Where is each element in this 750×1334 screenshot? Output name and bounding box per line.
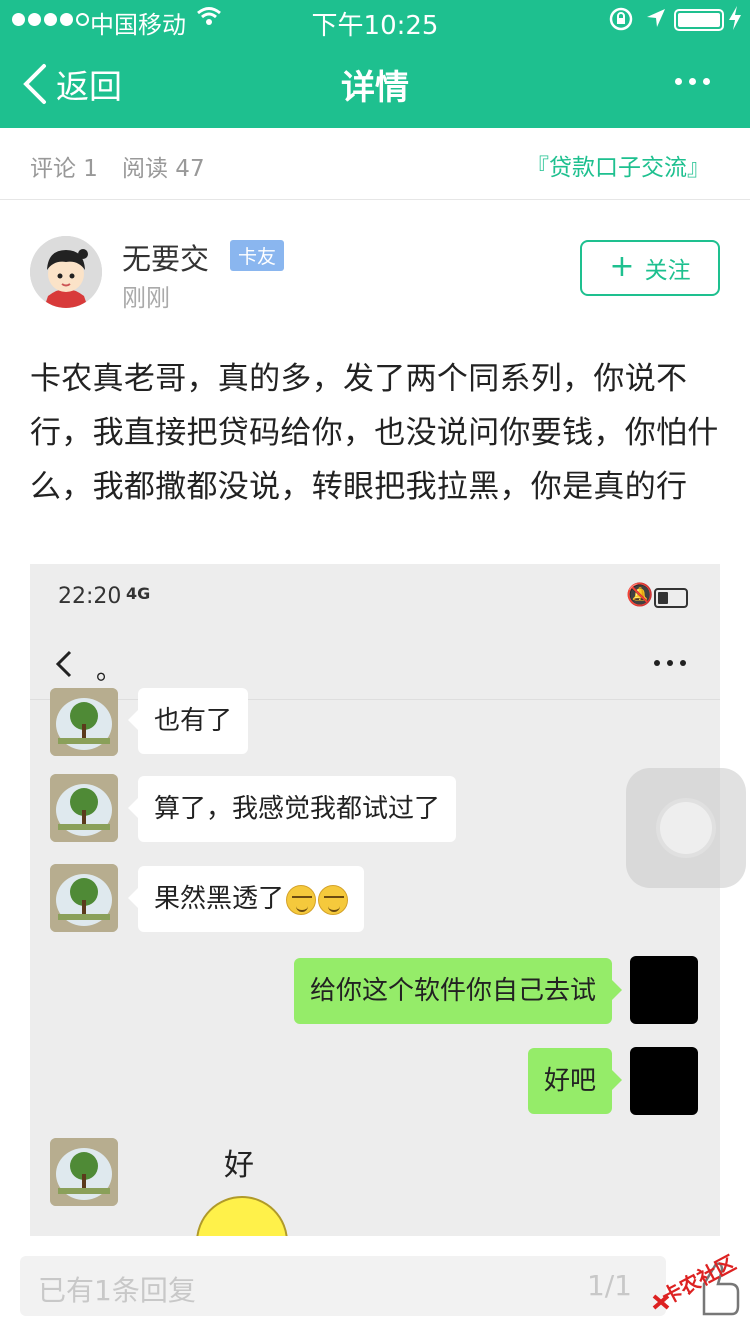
mute-icon: 🔕 xyxy=(626,583,654,608)
nav-bar: 返回 详情 xyxy=(0,40,750,128)
image-status-bar: 22:20 4G 🔕 xyxy=(30,564,720,634)
contact-avatar xyxy=(50,1138,118,1206)
chat-message: 果然黑透了 xyxy=(127,866,365,932)
image-network: 4G xyxy=(126,584,151,603)
avatar[interactable] xyxy=(30,236,102,308)
image-battery-icon xyxy=(654,588,688,608)
follow-button[interactable]: + 关注 xyxy=(580,240,720,296)
self-avatar xyxy=(630,956,698,1024)
sticker-caption: 好 xyxy=(224,1148,254,1183)
reply-placeholder: 已有1条回复 xyxy=(38,1274,196,1307)
author-badge: 卡友 xyxy=(230,240,285,271)
more-options-icon[interactable] xyxy=(675,78,710,85)
author-name[interactable]: 无要交 xyxy=(122,236,209,278)
contact-avatar xyxy=(50,774,118,842)
chat-message-outgoing: 给你这个软件你自己去试 xyxy=(293,958,623,1024)
author-row: 无要交 卡友 刚刚 + 关注 xyxy=(0,200,750,320)
charging-icon xyxy=(728,5,742,37)
image-back-icon xyxy=(55,650,72,678)
smirk-emoji-icon xyxy=(318,884,349,915)
watermark-logo: 卡农社区 xyxy=(646,1244,746,1320)
chat-message: 也有了 xyxy=(127,688,249,754)
smirk-emoji-icon xyxy=(286,884,317,915)
image-chat-header: 。 xyxy=(30,634,720,700)
app-header: 中国移动 下午10:25 返回 详情 xyxy=(0,0,750,128)
plus-icon: + xyxy=(609,248,635,284)
orientation-lock-icon xyxy=(608,6,634,38)
read-count: 阅读 47 xyxy=(122,156,205,182)
topic-link[interactable]: 『贷款口子交流』 xyxy=(526,148,710,182)
sticker-face-icon xyxy=(196,1196,288,1236)
follow-label: 关注 xyxy=(644,258,691,284)
contact-avatar xyxy=(50,864,118,932)
assistive-touch-button[interactable] xyxy=(626,768,746,888)
location-icon xyxy=(644,6,668,36)
contact-avatar xyxy=(50,688,118,756)
chat-message: 算了，我感觉我都试过了 xyxy=(127,776,457,842)
chat-message-text: 果然黑透了 xyxy=(154,884,285,914)
post-time: 刚刚 xyxy=(122,284,170,312)
status-time: 下午10:25 xyxy=(311,11,439,41)
image-chat-title: 。 xyxy=(96,656,123,686)
image-time: 22:20 xyxy=(58,584,122,609)
reply-bar: 已有1条回复 1/1 xyxy=(0,1236,750,1334)
battery-icon xyxy=(674,9,724,31)
comment-count: 评论 1 xyxy=(30,156,98,182)
image-more-icon xyxy=(654,660,686,666)
post-image[interactable]: 22:20 4G 🔕 。 也有了 算了，我感觉我都试过了 果然黑透了 给你这个软… xyxy=(30,564,720,1236)
post-stats: 评论 1 阅读 47 『贷款口子交流』 xyxy=(0,128,750,200)
chat-message-outgoing: 好吧 xyxy=(527,1048,623,1114)
self-avatar xyxy=(630,1047,698,1115)
post-body: 卡农真老哥，真的多，发了两个同系列，你说不行，我直接把贷码给你，也没说问你要钱，… xyxy=(30,361,719,505)
reply-input[interactable]: 已有1条回复 1/1 xyxy=(20,1256,666,1316)
page-title: 详情 xyxy=(341,68,409,108)
status-bar: 中国移动 下午10:25 xyxy=(0,0,750,41)
reply-page-indicator: 1/1 xyxy=(586,1269,632,1302)
